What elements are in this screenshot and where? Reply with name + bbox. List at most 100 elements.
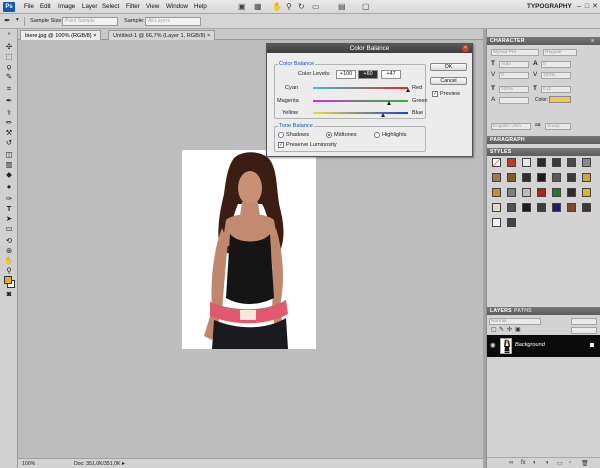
dialog-titlebar[interactable]: Color Balance × (267, 44, 472, 53)
close-icon[interactable]: × (207, 33, 210, 39)
adjustment-layer-icon[interactable]: ◑ (545, 460, 549, 466)
vertical-scale-field[interactable]: 100% (499, 86, 529, 93)
style-swatch[interactable] (507, 158, 516, 167)
style-swatch[interactable] (582, 158, 591, 167)
hand-icon[interactable]: ✋ (272, 2, 282, 12)
marquee-icon[interactable]: ⬚ (3, 52, 15, 62)
tab-paragraph[interactable]: PARAGRAPH (490, 137, 525, 143)
arrange-documents-icon[interactable]: ▤ (338, 2, 346, 12)
font-style-field[interactable]: Regular (543, 49, 577, 56)
yellow-blue-slider[interactable] (313, 112, 408, 117)
shape-icon[interactable]: ▭ (3, 224, 15, 234)
style-swatch[interactable] (567, 158, 576, 167)
opacity-field[interactable] (571, 318, 597, 325)
cyan-red-level-input[interactable]: +100 (336, 70, 356, 79)
minimize-icon[interactable]: – (575, 2, 583, 11)
workspace-switcher[interactable]: TYPOGRAPHY (527, 3, 572, 10)
healing-brush-icon[interactable]: ⚕ (3, 108, 15, 118)
cancel-button[interactable]: Cancel (430, 77, 467, 85)
quick-mask-icon[interactable]: ◙ (3, 289, 15, 299)
maximize-icon[interactable]: □ (583, 2, 591, 11)
style-swatch[interactable] (582, 188, 591, 197)
style-swatch[interactable] (582, 173, 591, 182)
tab-layers[interactable]: LAYERS (490, 308, 512, 314)
sample-size-select[interactable]: Point Sample (62, 17, 118, 26)
baseline-shift-field[interactable] (499, 97, 529, 104)
sample-select[interactable]: All Layers (145, 17, 201, 26)
zoom-icon[interactable]: ⚲ (3, 266, 15, 276)
slider-thumb[interactable] (380, 113, 385, 117)
blur-icon[interactable]: ◆ (3, 170, 15, 180)
slider-thumb[interactable] (406, 88, 410, 92)
new-group-icon[interactable]: ▭ (557, 460, 563, 467)
brush-icon[interactable]: ✏ (3, 118, 15, 128)
style-swatch[interactable] (582, 203, 591, 212)
quick-selection-icon[interactable]: ✎ (3, 72, 15, 82)
clone-stamp-icon[interactable]: ⚒ (3, 128, 15, 138)
layers-panel-header[interactable]: LAYERS PATHS (487, 307, 600, 315)
menu-window[interactable]: Window (166, 3, 188, 10)
pen-icon[interactable]: ✑ (3, 194, 15, 204)
bridge-icon[interactable]: ▣ (238, 2, 246, 12)
style-swatch[interactable] (522, 188, 531, 197)
menu-filter[interactable]: Filter (126, 3, 140, 10)
panel-menu-icon[interactable]: ≡ (591, 38, 594, 44)
language-field[interactable]: English: USA (491, 123, 531, 130)
style-swatch[interactable] (552, 158, 561, 167)
lock-all-icon[interactable]: ▣ (515, 326, 521, 333)
style-swatch[interactable] (522, 203, 531, 212)
canvas-image[interactable] (182, 150, 316, 349)
move-icon[interactable]: ✣ (3, 42, 15, 52)
style-swatch[interactable] (522, 173, 531, 182)
menu-edit[interactable]: Edit (40, 3, 51, 10)
close-icon[interactable]: × (462, 45, 469, 52)
style-swatch[interactable] (537, 158, 546, 167)
style-swatch[interactable] (567, 188, 576, 197)
layer-mask-icon[interactable]: ◐ (533, 460, 537, 466)
cyan-red-slider[interactable] (313, 87, 410, 92)
tracking-field[interactable]: 100% (541, 72, 571, 79)
close-icon[interactable]: ✕ (591, 2, 599, 11)
visibility-eye-icon[interactable]: ◉ (490, 342, 496, 349)
history-brush-icon[interactable]: ↺ (3, 138, 15, 148)
menu-image[interactable]: Image (58, 3, 75, 10)
kerning-field[interactable]: 0 (499, 72, 529, 79)
menu-view[interactable]: View (146, 3, 159, 10)
style-swatch[interactable] (507, 218, 516, 227)
lasso-icon[interactable]: ϙ (3, 62, 15, 72)
style-swatch[interactable] (507, 203, 516, 212)
yellow-blue-level-input[interactable]: +47 (381, 70, 401, 79)
character-panel-header[interactable]: CHARACTER ≡ (487, 37, 600, 45)
no-style-swatch[interactable] (492, 158, 501, 167)
style-swatch[interactable] (552, 203, 561, 212)
tab-biere[interactable]: biere.jpg @ 100% (RGB/8) × (20, 30, 102, 40)
style-swatch[interactable] (492, 188, 501, 197)
style-swatch[interactable] (492, 173, 501, 182)
type-icon[interactable]: T (3, 204, 15, 214)
lock-transparent-icon[interactable]: ▢ (491, 326, 497, 333)
style-swatch[interactable] (507, 173, 516, 182)
eyedropper-icon[interactable]: ✒ (4, 16, 11, 25)
eraser-icon[interactable]: ◫ (3, 150, 15, 160)
link-layers-icon[interactable]: ∞ (509, 460, 513, 466)
slider-thumb[interactable] (387, 101, 391, 105)
tab-character[interactable]: CHARACTER (490, 38, 525, 44)
zoom-icon[interactable]: ⚲ (286, 2, 292, 12)
midtones-radio[interactable] (326, 132, 332, 138)
style-swatch[interactable] (552, 188, 561, 197)
magenta-green-slider[interactable] (313, 100, 408, 105)
layer-name[interactable]: Background (515, 342, 545, 348)
preserve-luminosity-checkbox[interactable]: ✓ (278, 142, 284, 148)
status-arrow-icon[interactable]: ▸ (122, 460, 125, 467)
gradient-icon[interactable]: ▥ (3, 160, 15, 170)
style-swatch[interactable] (567, 203, 576, 212)
style-swatch[interactable] (537, 203, 546, 212)
ok-button[interactable]: OK (430, 63, 467, 71)
3d-orbit-icon[interactable]: ⊛ (3, 246, 15, 256)
style-swatch[interactable] (522, 158, 531, 167)
preview-checkbox[interactable]: ✓ (432, 91, 438, 97)
dodge-icon[interactable]: ● (3, 182, 15, 192)
path-selection-icon[interactable]: ➤ (3, 214, 15, 224)
fill-field[interactable] (571, 327, 597, 334)
layer-row-background[interactable]: ◉ Background (487, 335, 600, 357)
